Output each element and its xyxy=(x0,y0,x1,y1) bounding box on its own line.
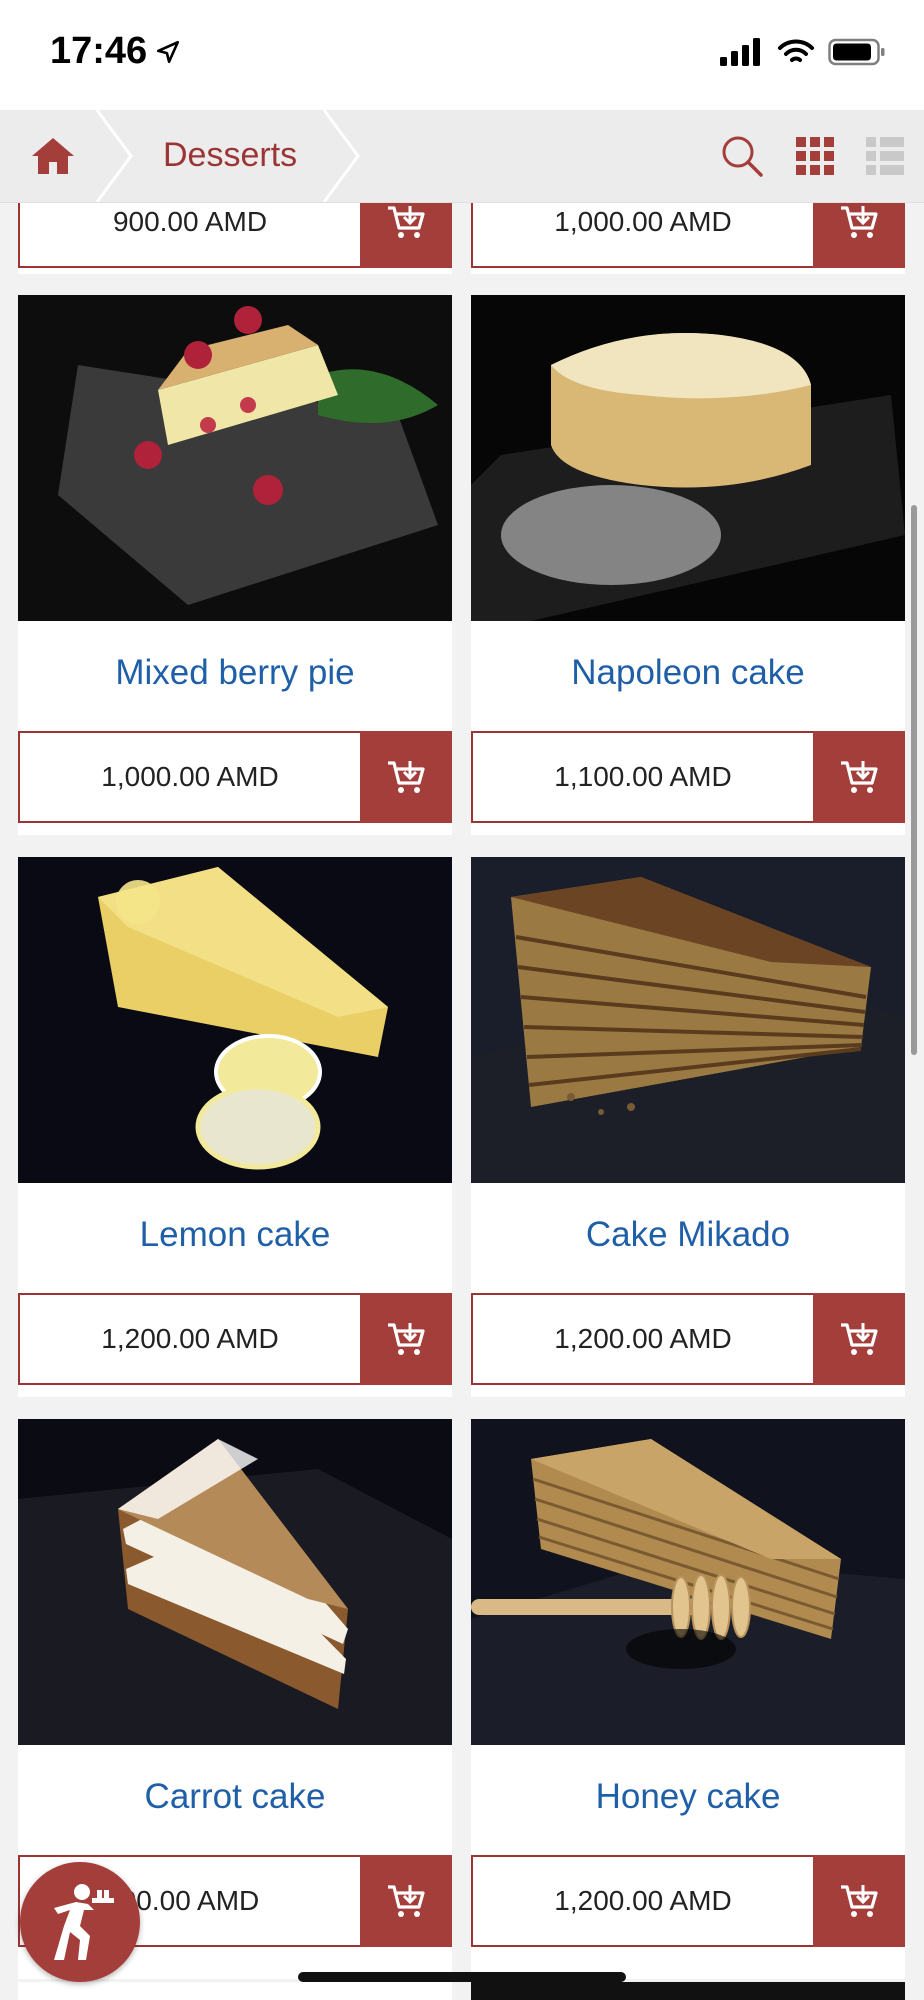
status-time-group: 17:46 xyxy=(50,30,181,73)
add-to-cart-icon xyxy=(388,1885,425,1917)
add-to-cart-icon xyxy=(841,761,878,793)
product-name[interactable]: Lemon cake xyxy=(18,1215,452,1255)
price-row: 1,200.00 AMD xyxy=(18,1293,452,1385)
add-to-cart-button[interactable] xyxy=(813,1293,905,1385)
price-label: 1,100.00 AMD xyxy=(471,731,815,823)
view-tools xyxy=(720,134,904,178)
price-row: 1,200.00 AMD xyxy=(471,1293,905,1385)
call-waiter-button[interactable] xyxy=(20,1862,140,1982)
price-label: 1,200.00 AMD xyxy=(18,1293,362,1385)
product-name[interactable]: Cake Mikado xyxy=(471,1215,905,1255)
product-photo-honey-cake[interactable] xyxy=(471,1419,905,1745)
add-to-cart-icon xyxy=(841,206,878,238)
add-to-cart-button[interactable] xyxy=(360,731,452,823)
price-row: 1,100.00 AMD xyxy=(471,731,905,823)
status-time: 17:46 xyxy=(50,30,148,72)
product-name[interactable]: Napoleon cake xyxy=(471,653,905,693)
grid-view-icon[interactable] xyxy=(796,137,834,175)
add-to-cart-button[interactable] xyxy=(813,731,905,823)
home-icon[interactable] xyxy=(30,134,76,178)
product-photo-lemon-cake[interactable] xyxy=(18,857,452,1183)
product-card: 900.00 AMD xyxy=(18,202,452,274)
product-photo-carrot-cake[interactable] xyxy=(18,1419,452,1745)
signal-icon xyxy=(720,38,760,66)
battery-icon xyxy=(828,38,885,66)
price-label: 1,000.00 AMD xyxy=(18,731,362,823)
add-to-cart-button[interactable] xyxy=(813,1855,905,1947)
add-to-cart-button[interactable] xyxy=(813,202,905,268)
price-row: 900.00 AMD xyxy=(18,202,452,268)
product-photo-cake-mikado[interactable] xyxy=(471,857,905,1183)
price-label: 1,200.00 AMD xyxy=(471,1855,815,1947)
breadcrumb-separator xyxy=(322,110,360,202)
list-view-icon[interactable] xyxy=(866,137,904,175)
price-label: 1,000.00 AMD xyxy=(471,202,815,268)
price-label: 900.00 AMD xyxy=(18,202,362,268)
add-to-cart-icon xyxy=(388,761,425,793)
add-to-cart-icon xyxy=(388,1323,425,1355)
add-to-cart-button[interactable] xyxy=(360,1293,452,1385)
price-label: 1,200.00 AMD xyxy=(471,1293,815,1385)
add-to-cart-icon xyxy=(841,1885,878,1917)
product-card xyxy=(18,1982,452,2000)
add-to-cart-icon xyxy=(841,1323,878,1355)
top-navigation-bar: Desserts xyxy=(0,110,924,203)
home-indicator[interactable] xyxy=(298,1972,626,1982)
search-icon[interactable] xyxy=(720,134,764,178)
product-card[interactable]: Cake Mikado 1,200.00 AMD xyxy=(471,857,905,1397)
waiter-icon xyxy=(54,1884,114,1960)
product-name[interactable]: Mixed berry pie xyxy=(18,653,452,693)
product-card: 1,000.00 AMD xyxy=(471,202,905,274)
price-row: 1,200.00 AMD xyxy=(471,1855,905,1947)
location-arrow-icon xyxy=(157,40,180,63)
add-to-cart-button[interactable] xyxy=(360,1855,452,1947)
breadcrumb-separator xyxy=(95,110,133,202)
product-photo-napoleon-cake[interactable] xyxy=(471,295,905,621)
product-grid: 900.00 AMD 1,000.00 AMD Mixed berry pie … xyxy=(0,202,924,2000)
scrollbar[interactable] xyxy=(911,505,917,1055)
status-bar: 17:46 xyxy=(0,0,924,110)
breadcrumb-desserts[interactable]: Desserts xyxy=(163,136,297,175)
add-to-cart-button[interactable] xyxy=(360,202,452,268)
product-card[interactable]: Lemon cake 1,200.00 AMD xyxy=(18,857,452,1397)
product-name[interactable]: Carrot cake xyxy=(18,1777,452,1817)
status-icons xyxy=(720,38,886,66)
price-row: 1,000.00 AMD xyxy=(18,731,452,823)
add-to-cart-icon xyxy=(388,206,425,238)
product-card[interactable]: Napoleon cake 1,100.00 AMD xyxy=(471,295,905,835)
price-row: 1,000.00 AMD xyxy=(471,202,905,268)
product-card xyxy=(471,1982,905,2000)
product-card[interactable]: Honey cake 1,200.00 AMD xyxy=(471,1419,905,1979)
product-card[interactable]: Mixed berry pie 1,000.00 AMD xyxy=(18,295,452,835)
wifi-icon xyxy=(778,39,814,62)
product-name[interactable]: Honey cake xyxy=(471,1777,905,1817)
product-photo-mixed-berry-pie[interactable] xyxy=(18,295,452,621)
